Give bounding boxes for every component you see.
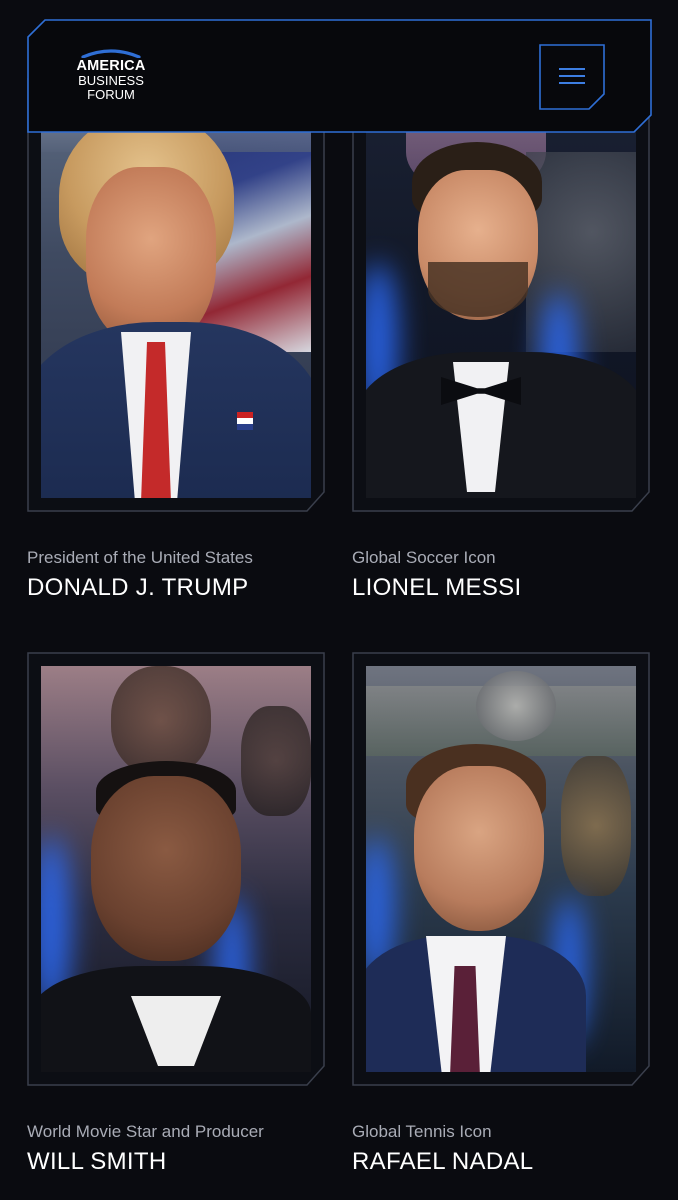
speaker-name[interactable]: DONALD J. TRUMP (27, 574, 347, 602)
speaker-label-will-smith: World Movie Star and Producer WILL SMITH (27, 1122, 347, 1176)
speaker-title: President of the United States (27, 548, 253, 567)
site-header: AMERICA BUSINESS FORUM (27, 19, 652, 133)
hamburger-menu-icon (539, 44, 605, 110)
speaker-label-messi: Global Soccer Icon LIONEL MESSI (352, 548, 672, 602)
speaker-photo-nadal (366, 666, 636, 1072)
speaker-photo-messi (366, 92, 636, 498)
speaker-photo-trump (41, 92, 311, 498)
speaker-label-trump: President of the United States DONALD J.… (27, 548, 347, 602)
speaker-card-nadal[interactable]: Global Tennis Icon RAFAEL NADAL (352, 652, 650, 1175)
speaker-label-nadal: Global Tennis Icon RAFAEL NADAL (352, 1122, 672, 1176)
speaker-title: Global Soccer Icon (352, 548, 496, 567)
logo-line-forum: FORUM (87, 87, 135, 102)
speaker-card-messi[interactable]: Global Soccer Icon LIONEL MESSI (352, 78, 650, 601)
speaker-name[interactable]: LIONEL MESSI (352, 574, 672, 602)
speaker-photo-will-smith (41, 666, 311, 1072)
speaker-name[interactable]: WILL SMITH (27, 1148, 347, 1176)
speaker-card-will-smith[interactable]: World Movie Star and Producer WILL SMITH (27, 652, 325, 1175)
menu-button[interactable] (539, 44, 605, 110)
logo-arc-icon (81, 49, 141, 58)
speaker-title: World Movie Star and Producer (27, 1122, 264, 1141)
logo-line-america: AMERICA (76, 58, 146, 74)
speaker-title: Global Tennis Icon (352, 1122, 492, 1141)
logo-line-business: BUSINESS (78, 73, 144, 88)
page: AMERICA BUSINESS FORUM President of the … (0, 0, 678, 1200)
speaker-card-trump[interactable]: President of the United States DONALD J.… (27, 78, 325, 601)
america-business-forum-logo[interactable]: AMERICA BUSINESS FORUM (71, 49, 151, 107)
speaker-name[interactable]: RAFAEL NADAL (352, 1148, 672, 1176)
